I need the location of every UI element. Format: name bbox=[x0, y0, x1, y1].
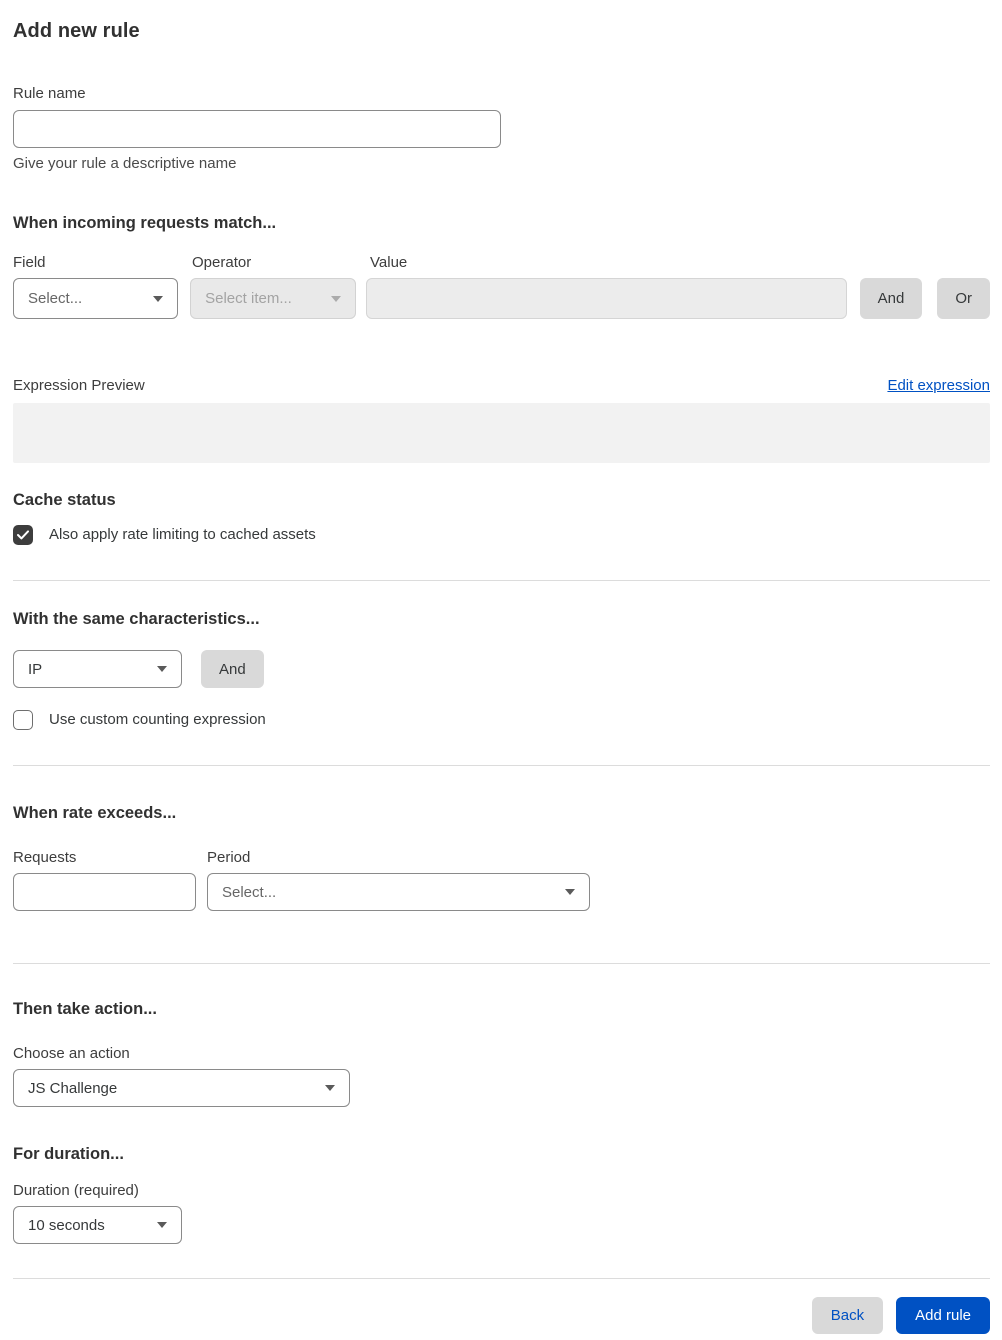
cache-checkbox-row: Also apply rate limiting to cached asset… bbox=[13, 524, 990, 546]
match-controls-row: Select... Select item... And Or bbox=[13, 278, 990, 319]
choose-action-label: Choose an action bbox=[13, 1045, 130, 1062]
match-section-heading: When incoming requests match... bbox=[13, 214, 277, 232]
characteristics-heading: With the same characteristics... bbox=[13, 610, 260, 628]
action-select-value: JS Challenge bbox=[28, 1079, 118, 1097]
divider bbox=[13, 765, 990, 766]
edit-expression-link[interactable]: Edit expression bbox=[887, 376, 990, 396]
chevron-down-icon bbox=[325, 1085, 335, 1091]
period-select-value: Select... bbox=[222, 883, 277, 901]
rate-controls-row: Select... bbox=[13, 873, 990, 911]
duration-heading: For duration... bbox=[13, 1145, 124, 1163]
expression-preview-row: Expression Preview Edit expression bbox=[13, 376, 990, 396]
chevron-down-icon bbox=[157, 1222, 167, 1228]
and-button[interactable]: And bbox=[859, 278, 923, 319]
take-action-heading: Then take action... bbox=[13, 1000, 157, 1018]
match-labels-row: Field Operator Value bbox=[13, 253, 990, 273]
characteristics-and-button[interactable]: And bbox=[201, 650, 264, 688]
rule-name-input[interactable] bbox=[13, 110, 501, 148]
back-button[interactable]: Back bbox=[811, 1297, 884, 1334]
operator-select-value: Select item... bbox=[205, 290, 292, 307]
footer-buttons-row: Back Add rule bbox=[13, 1297, 990, 1334]
chevron-down-icon bbox=[153, 295, 164, 302]
checkmark-icon bbox=[17, 530, 29, 540]
rate-labels-row: Requests Period bbox=[13, 848, 990, 868]
cache-checkbox-label: Also apply rate limiting to cached asset… bbox=[49, 526, 316, 543]
cache-assets-checkbox[interactable] bbox=[13, 525, 33, 545]
requests-input[interactable] bbox=[13, 873, 196, 911]
field-select-value: Select... bbox=[28, 290, 83, 307]
or-button[interactable]: Or bbox=[937, 278, 990, 319]
divider bbox=[13, 1278, 990, 1279]
duration-select[interactable]: 10 seconds bbox=[13, 1206, 182, 1244]
divider bbox=[13, 963, 990, 964]
duration-select-value: 10 seconds bbox=[28, 1216, 105, 1234]
page-title: Add new rule bbox=[13, 20, 140, 42]
characteristic-select-value: IP bbox=[28, 660, 43, 678]
expression-preview-label: Expression Preview bbox=[13, 377, 145, 394]
counting-checkbox-label: Use custom counting expression bbox=[49, 711, 266, 728]
custom-counting-checkbox[interactable] bbox=[13, 710, 33, 730]
characteristics-row: IP And bbox=[13, 650, 990, 688]
characteristic-select[interactable]: IP bbox=[13, 650, 182, 688]
chevron-down-icon bbox=[565, 889, 575, 895]
operator-label: Operator bbox=[192, 254, 252, 271]
cache-status-heading: Cache status bbox=[13, 491, 116, 509]
rate-exceeds-heading: When rate exceeds... bbox=[13, 804, 177, 822]
rule-name-label: Rule name bbox=[13, 85, 86, 102]
field-label: Field bbox=[13, 254, 46, 271]
value-label: Value bbox=[370, 254, 408, 271]
requests-label: Requests bbox=[13, 849, 77, 866]
chevron-down-icon bbox=[157, 666, 167, 672]
action-select[interactable]: JS Challenge bbox=[13, 1069, 350, 1107]
add-rule-button[interactable]: Add rule bbox=[896, 1297, 990, 1334]
value-input bbox=[366, 278, 847, 319]
chevron-down-icon bbox=[331, 295, 342, 302]
expression-preview-box bbox=[13, 403, 990, 463]
period-select[interactable]: Select... bbox=[207, 873, 590, 911]
rule-name-helper: Give your rule a descriptive name bbox=[13, 155, 237, 172]
field-select[interactable]: Select... bbox=[13, 278, 179, 319]
duration-label: Duration (required) bbox=[13, 1182, 139, 1199]
period-label: Period bbox=[207, 849, 251, 866]
operator-select: Select item... bbox=[190, 278, 357, 319]
divider bbox=[13, 580, 990, 581]
counting-expression-row: Use custom counting expression bbox=[13, 709, 990, 731]
